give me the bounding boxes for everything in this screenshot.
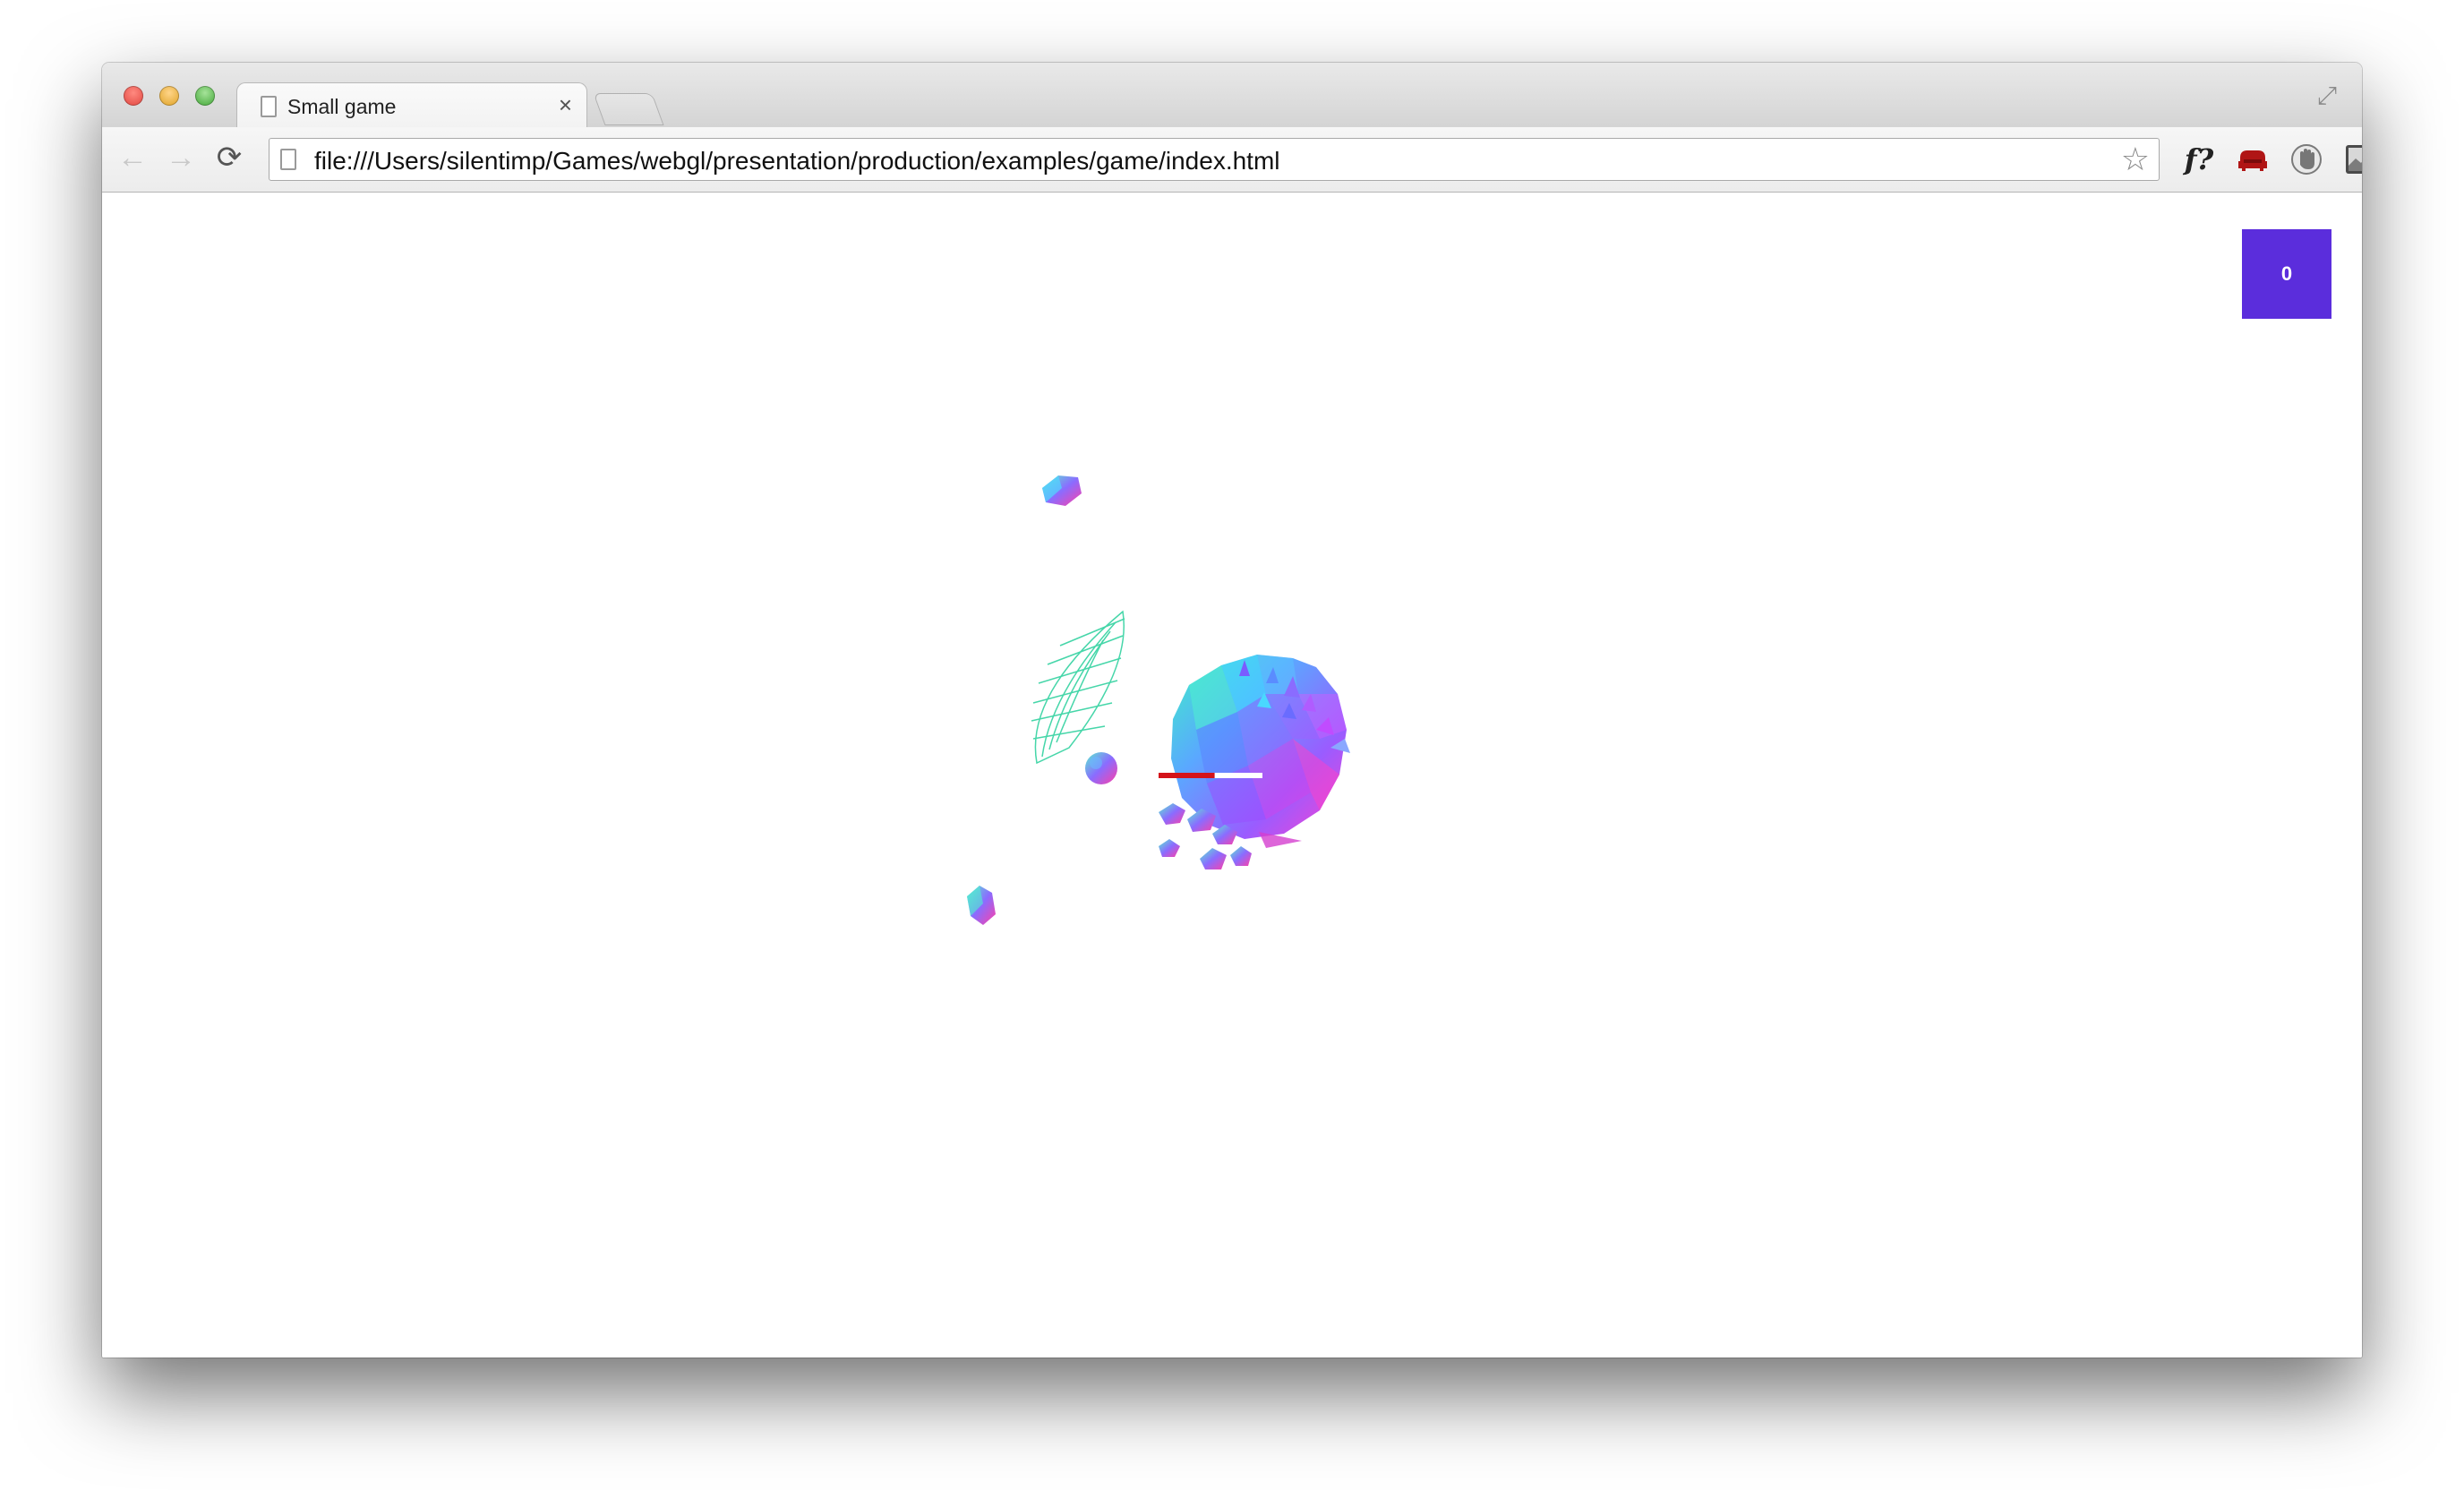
browser-window: Small game × ⤢ ← → ⟳ file:///Users/silen… [102, 63, 2362, 1358]
address-bar[interactable]: file:///Users/silentimp/Games/webgl/pres… [269, 138, 2160, 181]
bookmark-star-icon[interactable]: ☆ [2121, 142, 2150, 176]
back-button[interactable]: ← [115, 140, 150, 176]
asteroid-small-bottom [967, 886, 996, 925]
tab-close-icon[interactable]: × [559, 91, 572, 118]
planet [1159, 655, 1350, 869]
health-bar-fill [1159, 773, 1215, 778]
chart-icon[interactable] [2342, 140, 2362, 179]
game-page[interactable]: 0 [102, 193, 2362, 1358]
close-window-button[interactable] [124, 86, 143, 106]
title-bar: Small game × ⤢ [102, 63, 2362, 130]
page-icon [280, 149, 296, 170]
game-canvas[interactable] [102, 193, 2362, 1358]
zoom-window-button[interactable] [195, 86, 215, 106]
reload-button[interactable]: ⟳ [211, 140, 247, 176]
minimize-window-button[interactable] [159, 86, 179, 106]
tab-title: Small game [287, 95, 397, 118]
wireframe-shield [1031, 610, 1125, 765]
page-icon [261, 96, 277, 117]
asteroid-small-top [1042, 475, 1082, 506]
moon-sphere [1085, 752, 1117, 784]
sofa-icon[interactable] [2233, 140, 2272, 179]
font-question-extension-icon[interactable]: f? [2179, 140, 2219, 179]
forward-button[interactable]: → [163, 140, 199, 176]
score-display: 0 [2242, 229, 2331, 319]
url-text[interactable]: file:///Users/silentimp/Games/webgl/pres… [314, 147, 1280, 176]
new-tab-button[interactable] [593, 93, 664, 125]
health-bar [1159, 773, 1262, 778]
hand-icon[interactable] [2287, 140, 2326, 179]
tab-small-game[interactable]: Small game × [236, 82, 587, 130]
browser-toolbar: ← → ⟳ file:///Users/silentimp/Games/webg… [102, 127, 2362, 193]
fullscreen-icon[interactable]: ⤢ [2314, 82, 2340, 109]
